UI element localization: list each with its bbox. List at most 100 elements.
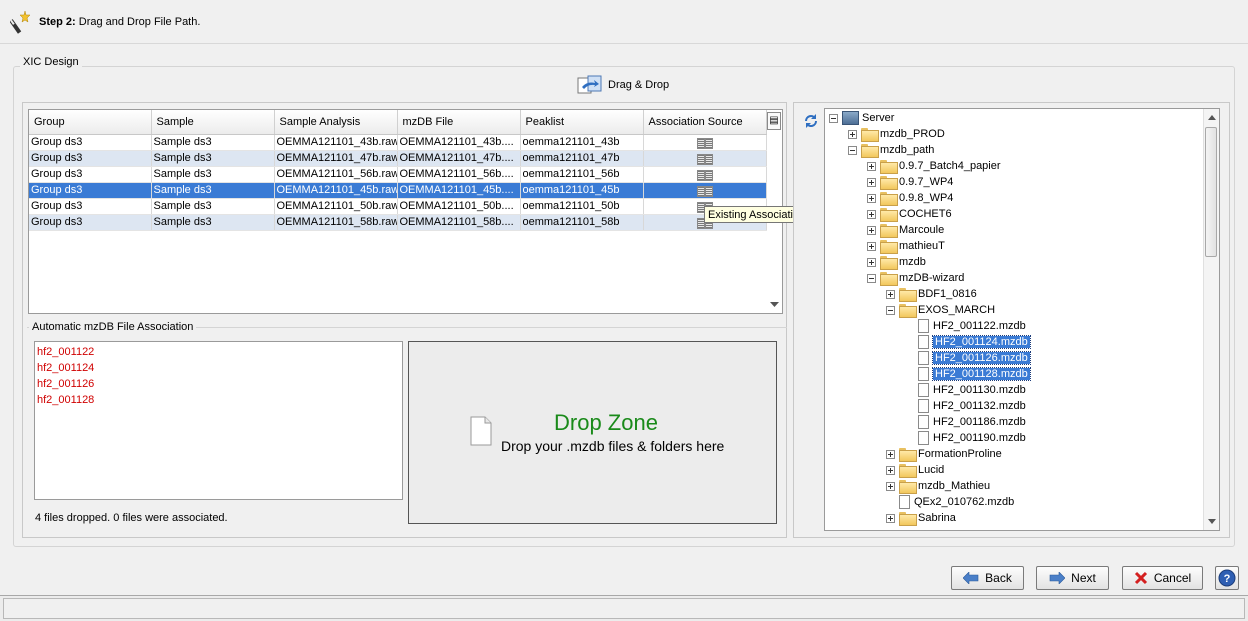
cell-sample-analysis[interactable]: OEMMA121101_58b.raw: [274, 214, 398, 231]
tree-file-item[interactable]: HF2_001132.mzdb: [905, 398, 1026, 414]
table-row[interactable]: Group ds3 Sample ds3 OEMMA121101_58b.raw…: [29, 214, 767, 231]
cell-mzdb-file[interactable]: OEMMA121101_56b....: [397, 166, 521, 183]
column-header-mzdb-file[interactable]: mzDB File: [397, 110, 521, 135]
tree-folder-item[interactable]: mzdb: [867, 254, 926, 270]
tree-folder-item[interactable]: COCHET6: [867, 206, 952, 222]
cell-association-source[interactable]: [643, 134, 767, 151]
table-row[interactable]: Group ds3 Sample ds3 OEMMA121101_56b.raw…: [29, 166, 767, 183]
tree-file-item[interactable]: HF2_001122.mzdb: [905, 318, 1026, 334]
cell-group[interactable]: Group ds3: [29, 198, 152, 215]
expand-icon[interactable]: [867, 209, 876, 219]
column-header-group[interactable]: Group: [29, 110, 152, 135]
cell-sample-analysis[interactable]: OEMMA121101_56b.raw: [274, 166, 398, 183]
tree-folder-item[interactable]: BDF1_0816: [886, 286, 977, 302]
refresh-icon[interactable]: [803, 113, 819, 129]
help-button[interactable]: ?: [1215, 566, 1239, 590]
cell-sample[interactable]: Sample ds3: [151, 214, 275, 231]
cell-sample[interactable]: Sample ds3: [151, 182, 275, 199]
tree-scrollbar-thumb[interactable]: [1205, 127, 1217, 257]
tree-folder-item[interactable]: mzDB-wizard: [867, 270, 964, 286]
cell-peaklist[interactable]: oemma121101_45b: [520, 182, 644, 199]
tree-file-item[interactable]: HF2_001190.mzdb: [905, 430, 1026, 446]
expand-icon[interactable]: [867, 225, 876, 235]
tree-folder-item[interactable]: mzdb_Mathieu: [886, 478, 990, 494]
cell-association-source[interactable]: [643, 166, 767, 183]
samples-table-container[interactable]: Group Sample Sample Analysis mzDB File P…: [28, 109, 783, 314]
tree-folder-item[interactable]: Marcoule: [867, 222, 944, 238]
tree-file-item[interactable]: HF2_001126.mzdb: [905, 350, 1031, 366]
table-row[interactable]: Group ds3 Sample ds3 OEMMA121101_43b.raw…: [29, 134, 767, 151]
cell-group[interactable]: Group ds3: [29, 214, 152, 231]
cell-sample-analysis[interactable]: OEMMA121101_45b.raw: [274, 182, 398, 199]
back-button[interactable]: Back: [951, 566, 1024, 590]
tree-folder-item[interactable]: 0.9.7_WP4: [867, 174, 953, 190]
tree-folder-item[interactable]: EXOS_MARCH: [886, 302, 995, 318]
tree-folder-item[interactable]: Sabrina: [886, 510, 956, 526]
cell-mzdb-file[interactable]: OEMMA121101_50b....: [397, 198, 521, 215]
cancel-button[interactable]: Cancel: [1122, 566, 1203, 590]
tree-server-item[interactable]: Server: [829, 110, 894, 126]
cell-group[interactable]: Group ds3: [29, 150, 152, 167]
cell-association-source[interactable]: [643, 182, 767, 199]
tree-file-item[interactable]: HF2_001130.mzdb: [905, 382, 1026, 398]
cell-association-source[interactable]: [643, 150, 767, 167]
expand-icon[interactable]: [848, 129, 857, 139]
cell-peaklist[interactable]: oemma121101_47b: [520, 150, 644, 167]
tree-folder-item[interactable]: 0.9.8_WP4: [867, 190, 953, 206]
cell-sample[interactable]: Sample ds3: [151, 198, 275, 215]
tree-file-item[interactable]: HF2_001186.mzdb: [905, 414, 1026, 430]
cell-mzdb-file[interactable]: OEMMA121101_47b....: [397, 150, 521, 167]
list-item[interactable]: hf2_001124: [37, 360, 402, 376]
tree-folder-item[interactable]: FormationProline: [886, 446, 1002, 462]
tree-file-item[interactable]: HF2_001124.mzdb: [905, 334, 1031, 350]
cell-sample[interactable]: Sample ds3: [151, 134, 275, 151]
expand-icon[interactable]: [867, 193, 876, 203]
table-row-selected[interactable]: Group ds3 Sample ds3 OEMMA121101_45b.raw…: [29, 182, 767, 199]
column-header-peaklist[interactable]: Peaklist: [520, 110, 644, 135]
column-chooser-button[interactable]: ▤: [767, 112, 781, 130]
tree-folder-item[interactable]: mzdb_path: [848, 142, 934, 158]
column-header-sample[interactable]: Sample: [151, 110, 275, 135]
tree-folder-item[interactable]: mathieuT: [867, 238, 945, 254]
column-header-sample-analysis[interactable]: Sample Analysis: [274, 110, 398, 135]
next-button[interactable]: Next: [1036, 566, 1109, 590]
list-item[interactable]: hf2_001126: [37, 376, 402, 392]
cell-sample[interactable]: Sample ds3: [151, 150, 275, 167]
dropped-files-list[interactable]: hf2_001122 hf2_001124 hf2_001126 hf2_001…: [34, 341, 403, 500]
cell-group[interactable]: Group ds3: [29, 166, 152, 183]
expand-icon[interactable]: [886, 513, 895, 523]
table-row[interactable]: Group ds3 Sample ds3 OEMMA121101_50b.raw…: [29, 198, 767, 215]
list-item[interactable]: hf2_001128: [37, 392, 402, 408]
samples-table[interactable]: Group Sample Sample Analysis mzDB File P…: [29, 110, 767, 231]
column-header-association-source[interactable]: Association Source: [643, 110, 767, 135]
scroll-down-icon[interactable]: [770, 302, 779, 308]
expand-icon[interactable]: [867, 241, 876, 251]
cell-sample-analysis[interactable]: OEMMA121101_43b.raw: [274, 134, 398, 151]
cell-peaklist[interactable]: oemma121101_50b: [520, 198, 644, 215]
collapse-icon[interactable]: [867, 273, 876, 283]
tree-folder-item[interactable]: Lucid: [886, 462, 944, 478]
expand-icon[interactable]: [886, 481, 895, 491]
cell-mzdb-file[interactable]: OEMMA121101_45b....: [397, 182, 521, 199]
expand-icon[interactable]: [886, 465, 895, 475]
expand-icon[interactable]: [867, 177, 876, 187]
expand-icon[interactable]: [886, 289, 895, 299]
collapse-icon[interactable]: [886, 305, 895, 315]
expand-icon[interactable]: [867, 257, 876, 267]
list-item[interactable]: hf2_001122: [37, 344, 402, 360]
cell-peaklist[interactable]: oemma121101_43b: [520, 134, 644, 151]
cell-sample-analysis[interactable]: OEMMA121101_50b.raw: [274, 198, 398, 215]
cell-sample[interactable]: Sample ds3: [151, 166, 275, 183]
expand-icon[interactable]: [886, 449, 895, 459]
cell-sample-analysis[interactable]: OEMMA121101_47b.raw: [274, 150, 398, 167]
scroll-up-icon[interactable]: [1208, 115, 1216, 121]
tree-folder-item[interactable]: 0.9.7_Batch4_papier: [867, 158, 1001, 174]
expand-icon[interactable]: [867, 161, 876, 171]
tree-folder-item[interactable]: mzdb_PROD: [848, 126, 945, 142]
tree-file-item[interactable]: QEx2_010762.mzdb: [886, 494, 1014, 510]
scroll-down-icon[interactable]: [1208, 519, 1216, 525]
collapse-icon[interactable]: [829, 113, 838, 123]
cell-mzdb-file[interactable]: OEMMA121101_43b....: [397, 134, 521, 151]
cell-peaklist[interactable]: oemma121101_58b: [520, 214, 644, 231]
cell-mzdb-file[interactable]: OEMMA121101_58b....: [397, 214, 521, 231]
